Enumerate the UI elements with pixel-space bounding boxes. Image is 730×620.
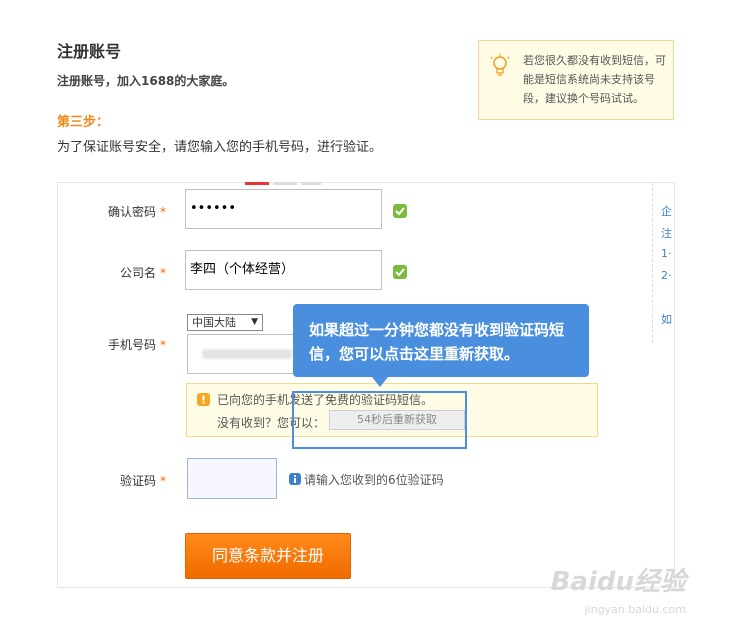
phone-label-text: 手机号码 [107, 338, 156, 352]
verification-code-input[interactable] [187, 458, 277, 499]
watermark-url: jingyan.baidu.com [584, 603, 686, 616]
tooltip-arrow [372, 377, 388, 387]
warning-icon [197, 393, 210, 406]
tip-text: 若您很久都没有收到短信，可能是短信系统尚未支持该号段，建议换个号码试试。 [523, 54, 666, 105]
watermark-logo: Baidu经验 [550, 567, 686, 597]
resend-highlight-frame [292, 391, 467, 449]
phone-label: 手机号码 * [66, 336, 166, 353]
required-mark: * [160, 205, 166, 219]
required-mark: * [160, 266, 166, 280]
company-label-text: 公司名 [119, 266, 156, 280]
code-hint-text: 请输入您收到的6位验证码 [304, 473, 444, 487]
confirm-password-label-text: 确认密码 [107, 205, 156, 219]
code-label-text: 验证码 [119, 474, 156, 488]
required-mark: * [160, 338, 166, 352]
page-title: 注册账号 [57, 42, 122, 61]
help-sidebar-item[interactable]: 注 [661, 225, 672, 241]
confirm-password-label: 确认密码 * [66, 203, 166, 220]
help-sidebar-item[interactable]: 如 [661, 311, 672, 327]
required-mark: * [160, 474, 166, 488]
help-sidebar-item[interactable]: 企 [661, 203, 672, 219]
lightbulb-icon [490, 53, 510, 76]
region-select[interactable]: 中国大陆 ▼ [187, 314, 263, 331]
help-sidebar-item[interactable]: 1· [661, 247, 672, 260]
sms-tip-box: 若您很久都没有收到短信，可能是短信系统尚未支持该号段，建议换个号码试试。 [478, 40, 674, 120]
confirm-password-input[interactable]: •••••• [185, 189, 382, 229]
check-icon [393, 204, 407, 218]
password-strength-meter [185, 179, 325, 189]
step-description: 为了保证账号安全，请您输入您的手机号码，进行验证。 [57, 140, 383, 155]
resend-tooltip: 如果超过一分钟您都没有收到验证码短信，您可以点击这里重新获取。 [293, 304, 589, 377]
region-select-value: 中国大陆 [192, 316, 236, 329]
company-label: 公司名 * [66, 264, 166, 281]
phone-number-input[interactable] [187, 334, 303, 374]
chevron-down-icon: ▼ [251, 317, 258, 327]
check-icon [393, 265, 407, 279]
company-name-input[interactable]: 李四（个体经营） [185, 250, 382, 290]
agree-and-register-button[interactable]: 同意条款并注册 [185, 533, 351, 579]
page-subtitle: 注册账号，加入1688的大家庭。 [57, 74, 235, 88]
blurred-phone-number [202, 349, 292, 359]
code-label: 验证码 * [66, 472, 166, 489]
help-sidebar-item[interactable]: 2· [661, 269, 672, 282]
step-label: 第三步： [57, 115, 110, 130]
help-sidebar: 企 注 1· 2· 如 [652, 183, 679, 343]
registration-form-panel: 企 注 1· 2· 如 确认密码 * •••••• 公司名 * 李四（个体经营） 手… [57, 182, 675, 588]
info-icon [289, 473, 301, 485]
